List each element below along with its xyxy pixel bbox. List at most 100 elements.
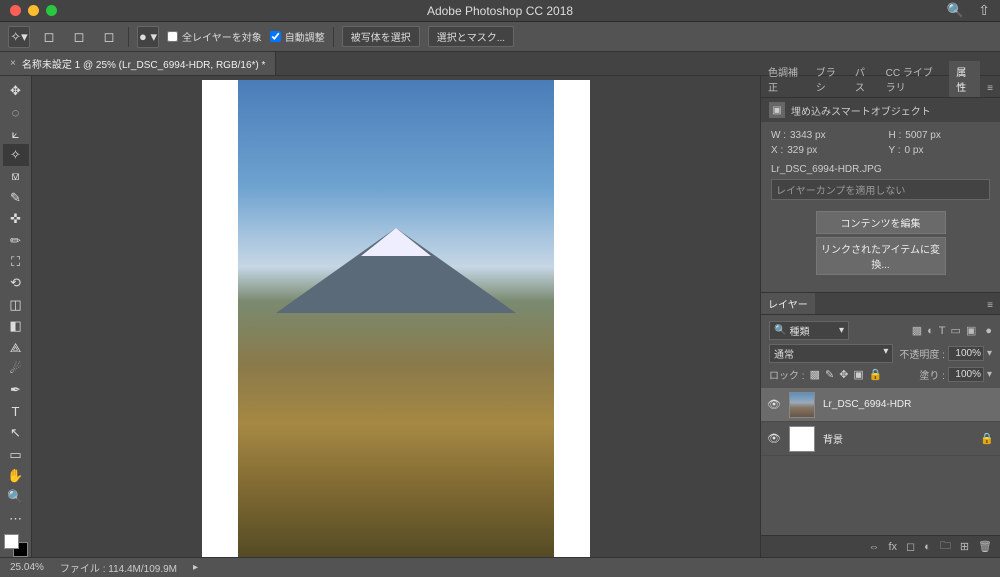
healing-brush-tool-icon[interactable]: ✜	[3, 208, 29, 229]
filter-type-icon[interactable]: T	[939, 325, 946, 337]
path-selection-tool-icon[interactable]: ↖	[3, 423, 29, 444]
dodge-tool-icon[interactable]: ☄	[3, 358, 29, 379]
search-icon[interactable]: 🔍	[947, 2, 964, 19]
layers-panel-menu-icon[interactable]: ≡	[980, 297, 1000, 314]
move-tool-icon[interactable]: ✥	[3, 80, 29, 101]
lock-image-icon[interactable]: ✎	[825, 368, 834, 381]
status-chevron-icon[interactable]: ▸	[193, 562, 198, 573]
lock-transparency-icon[interactable]: ▩	[810, 368, 820, 381]
layers-footer: ⇔ fx ◻ ◐ 🗀 ⊞ 🗑	[761, 535, 1000, 557]
tab-cc-libraries[interactable]: CC ライブラリ	[879, 61, 950, 97]
right-panels: 色調補正 ブラシ パス CC ライブラリ 属性 ≡ ▣ 埋め込みスマートオブジェ…	[760, 76, 1000, 557]
lock-artboard-icon[interactable]: ▣	[853, 368, 863, 381]
intersect-selection-icon[interactable]: ◻	[98, 26, 120, 48]
clone-stamp-tool-icon[interactable]: ⛶	[3, 251, 29, 272]
quick-selection-tool-icon[interactable]: ✧	[3, 144, 29, 165]
artboard	[202, 80, 590, 557]
blur-tool-icon[interactable]: ⟁	[3, 337, 29, 358]
blend-mode-select[interactable]: 通常 ▾	[769, 344, 893, 363]
lock-all-icon[interactable]: 🔒	[869, 368, 883, 381]
edit-contents-button[interactable]: コンテンツを編集	[816, 211, 946, 234]
share-icon[interactable]: ⇧	[978, 2, 990, 19]
zoom-tool-icon[interactable]: 🔍	[3, 487, 29, 508]
eraser-tool-icon[interactable]: ◫	[3, 294, 29, 315]
fill-chevron-icon[interactable]: ▾	[987, 369, 992, 380]
top-panel-tabs: 色調補正 ブラシ パス CC ライブラリ 属性 ≡	[761, 76, 1000, 98]
layer-group-icon[interactable]: 🗀	[940, 537, 951, 556]
layer-thumbnail[interactable]	[789, 392, 815, 418]
subtract-selection-icon[interactable]: ◻	[68, 26, 90, 48]
fill-input[interactable]	[948, 367, 984, 382]
brush-tool-icon[interactable]: ✏	[3, 230, 29, 251]
filter-pixel-icon[interactable]: ▩	[912, 324, 922, 337]
delete-layer-icon[interactable]: 🗑	[978, 540, 992, 553]
select-and-mask-button[interactable]: 選択とマスク...	[428, 26, 514, 47]
lock-icon: 🔒	[980, 432, 994, 445]
tab-properties[interactable]: 属性	[949, 61, 980, 97]
marquee-tool-icon[interactable]: ◌	[3, 101, 29, 122]
linked-file-name: Lr_DSC_6994-HDR.JPG	[771, 164, 990, 175]
auto-adjust-checkbox[interactable]: 自動調整	[270, 29, 325, 44]
file-size-info[interactable]: ファイル : 114.4M/109.9M	[60, 560, 177, 575]
history-brush-tool-icon[interactable]: ⟲	[3, 273, 29, 294]
filter-adjustment-icon[interactable]: ◐	[927, 325, 934, 337]
width-value[interactable]: 3343 px	[790, 130, 826, 141]
opacity-chevron-icon[interactable]: ▾	[987, 348, 992, 359]
y-value[interactable]: 0 px	[905, 145, 924, 156]
lock-position-icon[interactable]: ✥	[839, 368, 848, 381]
filter-toggle-icon[interactable]: ●	[985, 325, 992, 337]
brush-size-icon[interactable]: ● ▾	[137, 26, 159, 48]
layer-comp-dropdown[interactable]: レイヤーカンプを適用しない	[771, 179, 990, 200]
zoom-level[interactable]: 25.04%	[10, 562, 44, 573]
tab-layers[interactable]: レイヤー	[761, 293, 815, 314]
lasso-tool-icon[interactable]: ⟀	[3, 123, 29, 144]
color-swatches[interactable]	[4, 534, 28, 557]
layer-thumbnail[interactable]	[789, 426, 815, 452]
minimize-window-button[interactable]	[28, 5, 39, 16]
visibility-toggle-icon[interactable]: 👁	[767, 432, 781, 445]
all-layers-checkbox[interactable]: 全レイヤーを対象	[167, 29, 262, 44]
properties-header: 埋め込みスマートオブジェクト	[791, 103, 931, 118]
canvas-area[interactable]	[32, 76, 760, 557]
tab-color-correction[interactable]: 色調補正	[761, 61, 809, 97]
link-layers-icon[interactable]: ⇔	[868, 541, 879, 553]
add-selection-icon[interactable]: ◻	[38, 26, 60, 48]
x-value[interactable]: 329 px	[787, 145, 817, 156]
filter-shape-icon[interactable]: ▭	[951, 324, 961, 337]
layer-row[interactable]: 👁 背景 🔒	[761, 422, 1000, 456]
document-image	[238, 80, 554, 557]
gradient-tool-icon[interactable]: ◧	[3, 315, 29, 336]
tool-preset-icon[interactable]: ✧▾	[8, 26, 30, 48]
close-window-button[interactable]	[10, 5, 21, 16]
document-tab[interactable]: × 名称未設定 1 @ 25% (Lr_DSC_6994-HDR, RGB/16…	[0, 52, 276, 75]
layer-name[interactable]: 背景	[823, 431, 972, 446]
opacity-input[interactable]	[948, 346, 984, 361]
panel-menu-icon[interactable]: ≡	[980, 80, 1000, 97]
type-tool-icon[interactable]: T	[3, 401, 29, 422]
convert-linked-button[interactable]: リンクされたアイテムに変換...	[816, 237, 946, 275]
adjustment-layer-icon[interactable]: ◐	[924, 541, 931, 553]
filter-smartobj-icon[interactable]: ▣	[966, 324, 976, 337]
tab-paths[interactable]: パス	[848, 61, 879, 97]
layer-filter-type[interactable]: 🔍種類 ▾	[769, 321, 849, 340]
visibility-toggle-icon[interactable]: 👁	[767, 398, 781, 411]
crop-tool-icon[interactable]: ⟏	[3, 166, 29, 187]
new-layer-icon[interactable]: ⊞	[960, 540, 969, 553]
document-tab-title: 名称未設定 1 @ 25% (Lr_DSC_6994-HDR, RGB/16*)…	[22, 56, 266, 71]
edit-toolbar-icon[interactable]: ⋯	[3, 508, 29, 529]
height-value[interactable]: 5007 px	[905, 130, 941, 141]
rectangle-tool-icon[interactable]: ▭	[3, 444, 29, 465]
foreground-color-swatch[interactable]	[4, 534, 19, 549]
hand-tool-icon[interactable]: ✋	[3, 465, 29, 486]
close-tab-icon[interactable]: ×	[10, 58, 16, 69]
layer-row[interactable]: 👁 Lr_DSC_6994-HDR	[761, 388, 1000, 422]
maximize-window-button[interactable]	[46, 5, 57, 16]
pen-tool-icon[interactable]: ✒	[3, 380, 29, 401]
layer-name[interactable]: Lr_DSC_6994-HDR	[823, 399, 994, 410]
properties-panel: ▣ 埋め込みスマートオブジェクト W :3343 px H :5007 px X…	[761, 98, 1000, 286]
eyedropper-tool-icon[interactable]: ✎	[3, 187, 29, 208]
tab-brush[interactable]: ブラシ	[809, 61, 848, 97]
select-subject-button[interactable]: 被写体を選択	[342, 26, 420, 47]
layer-style-icon[interactable]: fx	[888, 541, 897, 553]
layer-mask-icon[interactable]: ◻	[906, 540, 915, 553]
